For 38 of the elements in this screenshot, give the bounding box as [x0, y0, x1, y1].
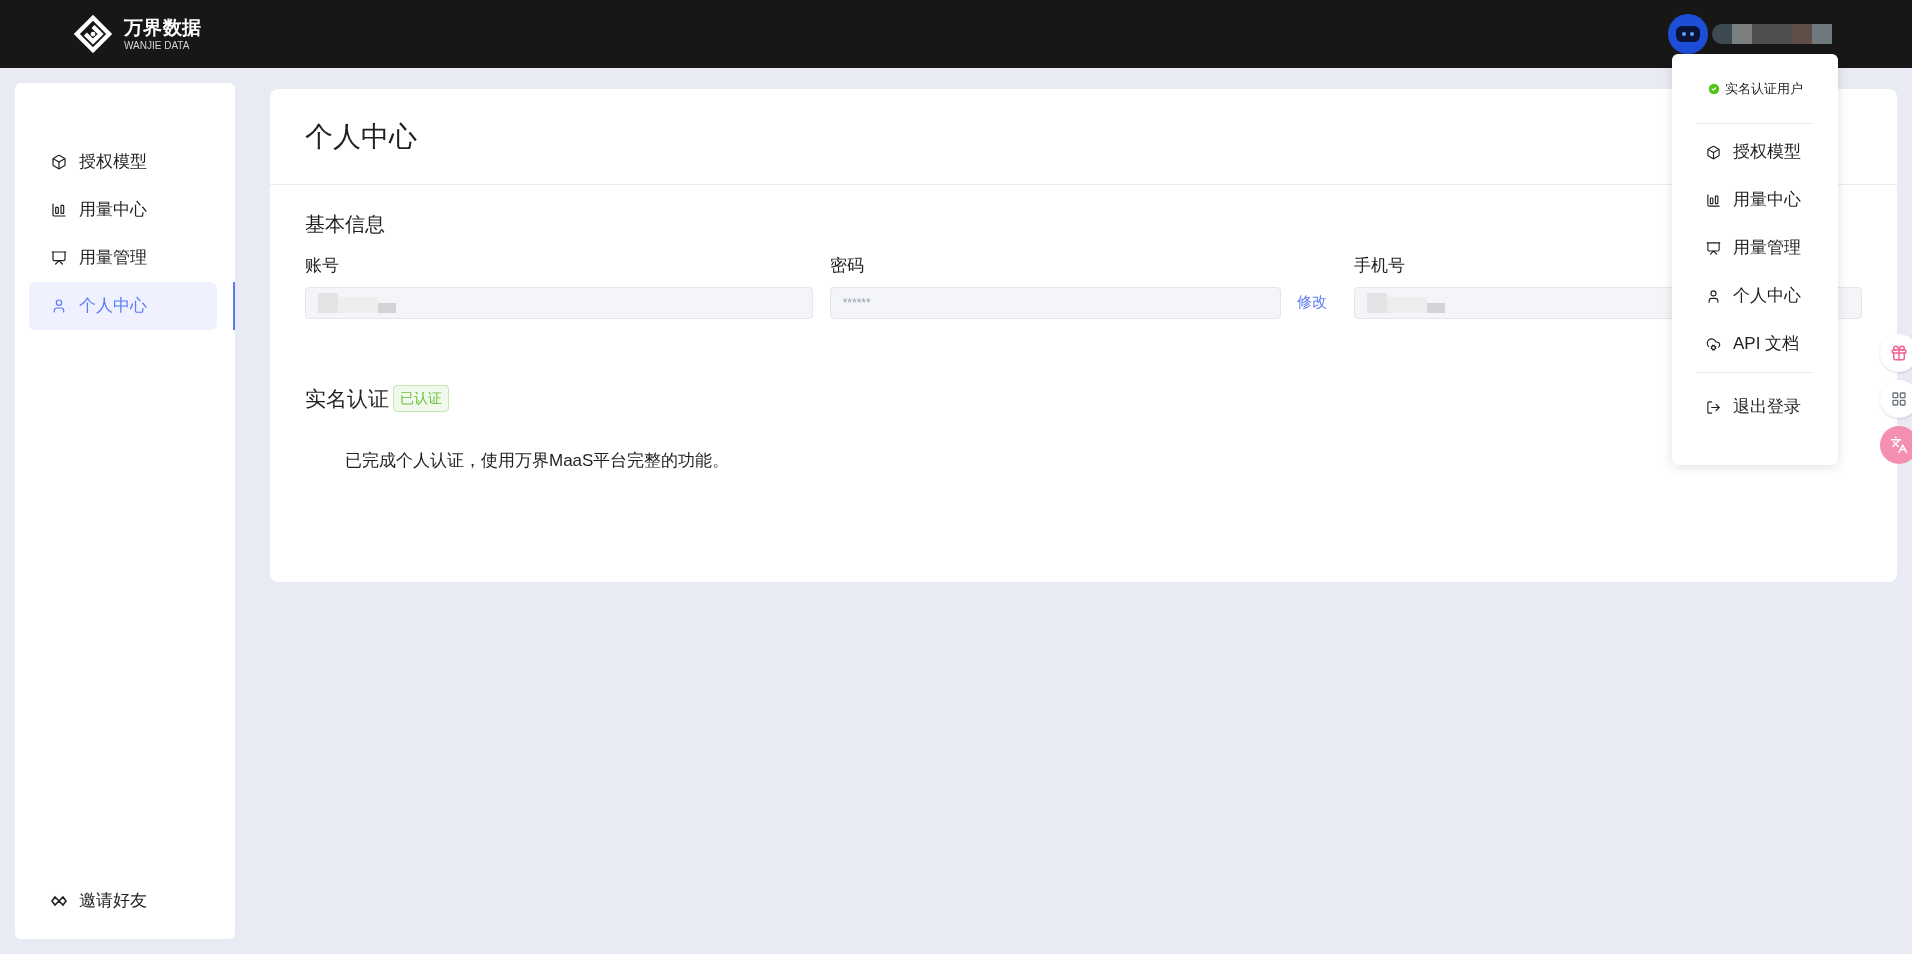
menu-item[interactable]: 用量管理: [1696, 224, 1814, 272]
menu-item[interactable]: API 文档: [1696, 320, 1814, 368]
user-icon: [51, 298, 67, 314]
logo-icon: [74, 15, 112, 53]
verified-badge: 已认证: [393, 384, 449, 412]
verification-message: 已完成个人认证，使用万界MaaS平台完整的功能。: [345, 450, 731, 472]
sidebar-item[interactable]: 用量中心: [29, 186, 217, 234]
logo-title: 万界数据: [124, 17, 202, 37]
user-icon: [1706, 288, 1721, 304]
bar-chart-icon: [1706, 192, 1721, 208]
section-heading: 基本信息: [305, 212, 386, 237]
bar-chart-icon: [51, 202, 67, 218]
verification-status: 实名认证用户: [1725, 79, 1803, 98]
field-label: 手机号: [1354, 255, 1407, 277]
box-icon: [1706, 144, 1721, 160]
translate-icon: [1890, 436, 1908, 454]
invite-link[interactable]: 邀请好友: [29, 877, 235, 925]
presentation-chart-icon: [51, 250, 67, 266]
grid-icon: [1891, 391, 1907, 407]
section-heading: 实名认证: [305, 385, 389, 412]
sidebar-item[interactable]: 授权模型: [29, 138, 217, 186]
menu-item[interactable]: 用量中心: [1696, 176, 1814, 224]
logo-subtitle: WANJIE DATA: [124, 40, 191, 51]
sidebar-item[interactable]: 用量管理: [29, 234, 217, 282]
input-field[interactable]: [305, 286, 813, 319]
menu-item[interactable]: 个人中心: [1696, 272, 1814, 320]
field-label: 账号: [305, 255, 340, 277]
active-indicator: [233, 282, 235, 330]
presentation-chart-icon: [1706, 240, 1721, 256]
logout-item[interactable]: 退出登录: [1696, 383, 1814, 431]
avatar-icon[interactable]: [1668, 14, 1708, 54]
gift-icon: [1890, 344, 1908, 362]
menu-item[interactable]: 授权模型: [1696, 128, 1814, 176]
logout-icon: [1706, 399, 1721, 415]
field-label: 密码: [829, 255, 865, 277]
edit-link[interactable]: 修改: [1297, 291, 1328, 314]
cloud-icon: [1706, 336, 1721, 352]
box-icon: [51, 154, 67, 170]
